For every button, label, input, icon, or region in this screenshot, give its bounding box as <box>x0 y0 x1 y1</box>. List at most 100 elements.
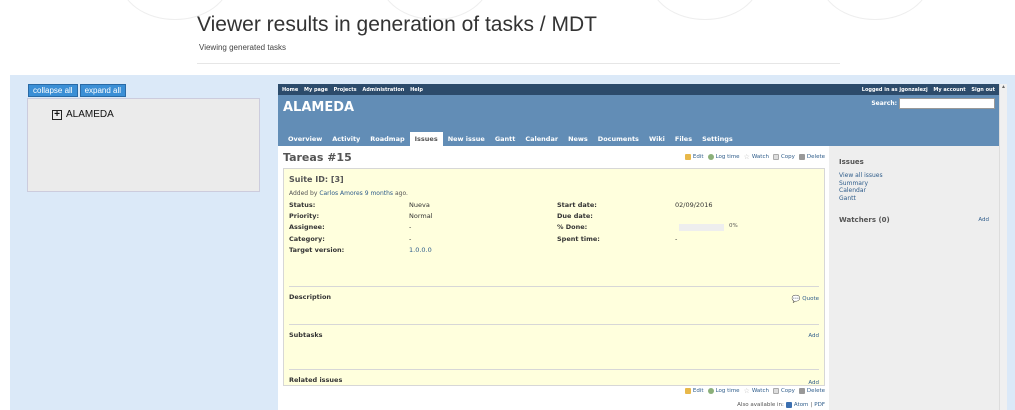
issue-author-line: Added by Carlos Amores 9 months ago. <box>289 190 819 197</box>
start-date-value: 02/09/2016 <box>675 201 713 209</box>
tree-toolbar: collapse all expand all <box>28 84 127 97</box>
tree-node-label[interactable]: ALAMEDA <box>66 109 114 120</box>
tab-gantt[interactable]: Gantt <box>490 132 521 146</box>
topmenu-projects[interactable]: Projects <box>334 87 357 93</box>
delete-button[interactable]: Delete <box>798 388 825 394</box>
pdf-link[interactable]: PDF <box>814 402 825 408</box>
tab-wiki[interactable]: Wiki <box>644 132 670 146</box>
issue-actions-bottom: Edit Log time ☆ Watch Copy Delete <box>684 387 825 395</box>
tab-activity[interactable]: Activity <box>327 132 365 146</box>
priority-key: Priority: <box>289 212 320 220</box>
subtasks-section: Subtasks Add <box>289 324 819 369</box>
pencil-icon <box>684 388 691 394</box>
log-time-label[interactable]: Log time <box>716 154 740 160</box>
copy-label[interactable]: Copy <box>781 388 795 394</box>
topmenu-my-page[interactable]: My page <box>304 87 328 93</box>
added-by-suffix: ago. <box>394 190 408 197</box>
tab-calendar[interactable]: Calendar <box>520 132 563 146</box>
star-icon: ☆ <box>743 387 750 395</box>
assignee-key: Assignee: <box>289 223 325 231</box>
author-link[interactable]: Carlos Amores <box>319 190 362 197</box>
issue-attributes: Status: Nueva Start date: 02/09/2016 Pri… <box>289 201 819 263</box>
logged-in-text: Logged in as jgonzalezj <box>861 86 928 93</box>
attr-row: Target version: 1.0.0.0 <box>289 246 819 257</box>
sidebar-link-view-all-issues[interactable]: View all issues <box>839 172 989 180</box>
separator: | <box>810 402 813 408</box>
also-available: Also available in: Atom | PDF <box>737 402 825 408</box>
watch-button[interactable]: ☆ Watch <box>744 387 769 395</box>
status-value: Nueva <box>409 201 430 209</box>
copy-label[interactable]: Copy <box>781 154 795 160</box>
tab-new-issue[interactable]: New issue <box>443 132 490 146</box>
issue-subject: Suite ID: [3] <box>289 175 344 184</box>
add-related-link[interactable]: Add <box>808 380 819 386</box>
delete-label[interactable]: Delete <box>807 388 825 394</box>
start-date-key: Start date: <box>557 201 597 209</box>
expand-all-button[interactable]: expand all <box>79 84 127 97</box>
edit-button[interactable]: Edit <box>684 154 704 160</box>
quote-button[interactable]: 💬 Quote <box>792 295 819 303</box>
done-key: % Done: <box>557 223 588 231</box>
edit-button[interactable]: Edit <box>684 388 704 394</box>
watchers-heading: Watchers (0) Add <box>839 216 989 224</box>
issue-actions: Edit Log time ☆ Watch Copy Delete <box>684 153 825 161</box>
issue-heading-row: Tareas #15 Edit Log time ☆ Watch Copy Del… <box>283 150 825 164</box>
collapse-all-button[interactable]: collapse all <box>28 84 78 97</box>
background-decoration <box>650 0 760 20</box>
sign-out-link[interactable]: Sign out <box>971 87 995 93</box>
tab-documents[interactable]: Documents <box>593 132 644 146</box>
log-time-button[interactable]: Log time <box>707 154 740 160</box>
age-link[interactable]: 9 months <box>365 190 393 197</box>
log-time-label[interactable]: Log time <box>716 388 740 394</box>
copy-button[interactable]: Copy <box>772 154 795 160</box>
star-icon: ☆ <box>743 153 750 161</box>
trash-icon <box>798 388 805 394</box>
target-version-link[interactable]: 1.0.0.0 <box>409 246 432 254</box>
copy-button[interactable]: Copy <box>772 388 795 394</box>
assignee-value: - <box>409 223 412 231</box>
watch-label[interactable]: Watch <box>752 388 769 394</box>
sidebar-link-gantt[interactable]: Gantt <box>839 195 989 203</box>
expand-plus-icon[interactable]: + <box>52 109 62 120</box>
scrollbar[interactable]: ▲ <box>999 84 1007 410</box>
spent-time-value: - <box>675 235 678 243</box>
feed-icon <box>785 402 792 408</box>
done-progress-bar <box>679 224 724 231</box>
delete-label[interactable]: Delete <box>807 154 825 160</box>
tree-node-alameda[interactable]: + ALAMEDA <box>52 109 114 120</box>
issue-content: Tareas #15 Edit Log time ☆ Watch Copy Del… <box>278 146 829 410</box>
tab-roadmap[interactable]: Roadmap <box>365 132 409 146</box>
tab-files[interactable]: Files <box>670 132 697 146</box>
sidebar-link-calendar[interactable]: Calendar <box>839 187 989 195</box>
project-header: ALAMEDA Search: Overview Activity Roadma… <box>278 95 999 146</box>
quote-label[interactable]: Quote <box>802 296 819 302</box>
also-available-label: Also available in: <box>737 402 784 408</box>
add-subtask-link[interactable]: Add <box>808 333 819 339</box>
attr-row: Assignee: - % Done: 0% <box>289 223 819 234</box>
tab-news[interactable]: News <box>563 132 593 146</box>
issue-details-box: Suite ID: [3] Added by Carlos Amores 9 m… <box>283 168 825 386</box>
search-input[interactable] <box>899 98 995 109</box>
topmenu-help[interactable]: Help <box>410 87 423 93</box>
tab-settings[interactable]: Settings <box>697 132 738 146</box>
sidebar-issues-heading: Issues <box>839 158 864 166</box>
redmine-frame: Home My page Projects Administration Hel… <box>278 84 999 410</box>
subtasks-heading: Subtasks <box>289 331 323 339</box>
sidebar: Issues View all issues Summary Calendar … <box>829 146 999 410</box>
watch-label[interactable]: Watch <box>752 154 769 160</box>
sidebar-link-summary[interactable]: Summary <box>839 180 989 188</box>
scroll-up-icon[interactable]: ▲ <box>1000 84 1007 90</box>
atom-link[interactable]: Atom <box>794 402 809 408</box>
my-account-link[interactable]: My account <box>933 87 965 93</box>
topmenu-administration[interactable]: Administration <box>362 87 404 93</box>
log-time-button[interactable]: Log time <box>707 388 740 394</box>
watch-button[interactable]: ☆ Watch <box>744 153 769 161</box>
copy-icon <box>772 388 779 394</box>
edit-label[interactable]: Edit <box>693 154 704 160</box>
delete-button[interactable]: Delete <box>798 154 825 160</box>
topmenu-home[interactable]: Home <box>282 87 298 93</box>
tab-issues[interactable]: Issues <box>409 132 443 146</box>
edit-label[interactable]: Edit <box>693 388 704 394</box>
tab-overview[interactable]: Overview <box>283 132 327 146</box>
add-watcher-link[interactable]: Add <box>978 217 989 223</box>
